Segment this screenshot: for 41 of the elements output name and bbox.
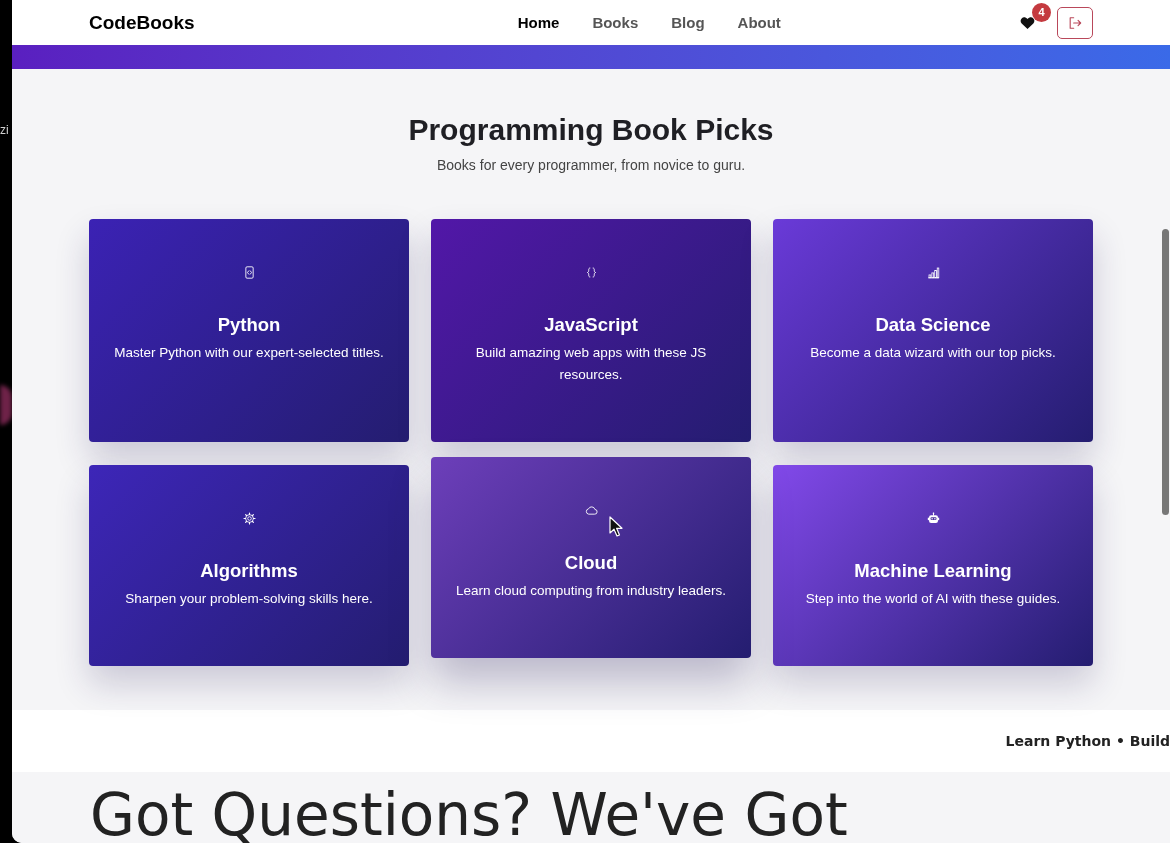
- category-card[interactable]: JavaScript Build amazing web apps with these JS resources.: [431, 219, 751, 442]
- card-title: Data Science: [875, 313, 991, 337]
- logout-icon: [1068, 15, 1082, 30]
- desktop-text: zi: [0, 122, 9, 138]
- nav-link[interactable]: Home: [517, 12, 560, 33]
- gear-icon: [242, 512, 256, 525]
- mouse-pointer-icon: [609, 516, 623, 538]
- favorites-count-badge: 4: [1032, 2, 1051, 22]
- wallpaper-glow-drawing: [0, 385, 12, 425]
- category-card[interactable]: Cloud Learn cloud computing from industry leaders.: [431, 457, 751, 658]
- ticker-text: Learn Python • Build: [1005, 732, 1170, 751]
- card-description: Sharpen your problem-solving skills here.: [125, 590, 373, 608]
- card-title: Python: [217, 313, 281, 337]
- nav-link[interactable]: Books: [592, 12, 639, 33]
- category-card[interactable]: Algorithms Sharpen your problem-solving skills here.: [89, 465, 409, 666]
- scrollbar-thumb[interactable]: [1162, 229, 1169, 515]
- card-description: Master Python with our expert-selected titles.: [114, 344, 384, 362]
- card-description: Step into the world of AI with these guides.: [805, 590, 1061, 608]
- cloud-icon: [584, 504, 598, 517]
- card-title: Cloud: [564, 551, 618, 575]
- card-description: Become a data wizard with our top picks.: [810, 344, 1056, 362]
- card-title: JavaScript: [544, 313, 638, 337]
- faq-heading: Got Questions? We've Got: [90, 782, 849, 843]
- card-description: Build amazing web apps with these JS resources.: [474, 344, 708, 384]
- card-description: Learn cloud computing from industry leaders.: [455, 582, 727, 600]
- category-card[interactable]: Machine Learning Step into the world of AI with these guides.: [773, 465, 1093, 666]
- category-card[interactable]: Data Science Become a data wizard with our top picks.: [773, 219, 1093, 442]
- robot-icon: [926, 512, 940, 525]
- brand-logo[interactable]: CodeBooks: [89, 10, 195, 35]
- card-title: Machine Learning: [854, 559, 1012, 583]
- section-title: Programming Book Picks: [407, 112, 775, 148]
- code-file-icon: [242, 266, 256, 279]
- curly-braces-icon: [584, 266, 598, 279]
- card-title: Algorithms: [200, 559, 298, 583]
- category-card[interactable]: Python Master Python with our expert-selected titles.: [89, 219, 409, 442]
- heart-icon[interactable]: [1020, 15, 1035, 30]
- bar-chart-icon: [926, 266, 940, 279]
- nav-link[interactable]: About: [737, 12, 781, 33]
- nav-link[interactable]: Blog: [671, 12, 705, 33]
- section-subtitle: Books for every programmer, from novice to guru.: [435, 156, 747, 175]
- logout-button[interactable]: [1057, 6, 1093, 39]
